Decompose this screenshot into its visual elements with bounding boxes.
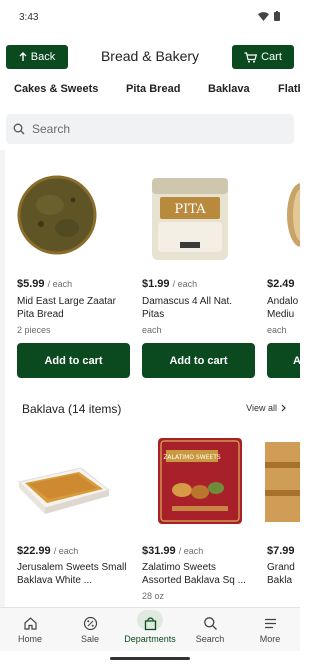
section-title: Baklava (14 items) — [22, 402, 122, 416]
product-price: $31.99 / each — [142, 545, 204, 557]
product-detail: 28 oz — [142, 591, 165, 601]
search-input[interactable]: Search — [6, 114, 294, 144]
svg-text:ZALATIMO SWEETS: ZALATIMO SWEETS — [163, 454, 221, 461]
product-name: Damascus 4 All Nat. Pitas — [142, 296, 233, 320]
product-name: Jerusalem Sweets Small Baklava White ... — [17, 562, 127, 586]
add-to-cart-button[interactable]: Add to cart — [17, 343, 130, 378]
product-detail: 2 pieces — [17, 325, 51, 335]
status-bar: 3:43 — [0, 0, 300, 36]
nav-label: Search — [195, 634, 225, 644]
search-icon — [13, 123, 25, 135]
sale-icon — [83, 616, 97, 631]
status-time: 3:43 — [19, 12, 39, 23]
add-to-cart-button[interactable]: A — [267, 343, 300, 378]
product-name: Grand Bakla — [267, 562, 295, 586]
search-placeholder: Search — [32, 122, 71, 136]
svg-text:PITA: PITA — [174, 202, 206, 217]
more-icon — [264, 618, 276, 629]
cart-button[interactable]: Cart — [232, 45, 294, 69]
tab-flatbread[interactable]: Flatb — [278, 83, 300, 95]
nav-more[interactable]: More — [240, 608, 300, 652]
nav-sale[interactable]: Sale — [60, 608, 120, 652]
back-label: Back — [30, 51, 56, 63]
product-price: $7.99 — [267, 545, 295, 557]
nav-label: More — [259, 634, 281, 644]
home-bar[interactable] — [110, 657, 190, 660]
baklava-image — [265, 442, 300, 522]
header: Back Bread & Bakery Cart — [0, 38, 300, 76]
wifi-icon — [258, 11, 269, 21]
nav-label: Departments — [124, 634, 176, 644]
view-all-link[interactable]: View all — [246, 403, 286, 413]
zaatar-pita-image — [17, 175, 97, 255]
nav-label: Sale — [80, 634, 99, 644]
product-detail: each — [267, 325, 287, 335]
departments-icon — [144, 617, 156, 631]
baklava-section: Baklava (14 items) View all $22.99 / eac… — [5, 390, 300, 607]
home-icon — [23, 617, 37, 630]
nav-search[interactable]: Search — [180, 608, 240, 652]
product-price: $22.99 / each — [17, 545, 79, 557]
pita-bread-section: $5.99 / each Mid East Large Zaatar Pita … — [5, 150, 300, 390]
bottom-nav: Home Sale Departments Search More — [0, 607, 300, 651]
nav-departments[interactable]: Departments — [120, 608, 180, 652]
category-tabs: Cakes & Sweets Pita Bread Baklava Flatb — [0, 76, 300, 104]
product-detail: each — [142, 325, 162, 335]
baklava-tray-image — [18, 467, 111, 514]
add-to-cart-button[interactable]: Add to cart — [142, 343, 255, 378]
flatbread-image — [287, 183, 300, 247]
tab-cakes-sweets[interactable]: Cakes & Sweets — [14, 83, 98, 95]
zalatimo-box-image: ZALATIMO SWEETS — [158, 438, 242, 524]
product-name: Mid East Large Zaatar Pita Bread — [17, 296, 116, 320]
chevron-right-icon — [281, 404, 286, 412]
pita-package-image: PITA — [152, 178, 228, 260]
nav-home[interactable]: Home — [0, 608, 60, 652]
product-name: Zalatimo Sweets Assorted Baklava Sq ... — [142, 562, 246, 586]
view-all-label: View all — [246, 403, 277, 413]
back-button[interactable]: Back — [6, 45, 68, 69]
product-price: $5.99 / each — [17, 278, 73, 290]
product-price: $1.99 / each — [142, 278, 198, 290]
battery-icon — [274, 11, 280, 21]
cart-label: Cart — [261, 51, 282, 63]
nav-label: Home — [17, 634, 42, 644]
arrow-up-icon — [19, 52, 27, 61]
product-name: Andalo Mediu — [267, 296, 299, 320]
product-price: $2.49 — [267, 278, 295, 290]
cart-icon — [244, 51, 258, 63]
status-icons — [258, 11, 280, 21]
tab-pita-bread[interactable]: Pita Bread — [126, 83, 180, 95]
tab-baklava[interactable]: Baklava — [208, 83, 250, 95]
product-feed[interactable]: $5.99 / each Mid East Large Zaatar Pita … — [0, 150, 300, 607]
home-indicator — [0, 651, 300, 667]
search-icon — [203, 617, 217, 630]
